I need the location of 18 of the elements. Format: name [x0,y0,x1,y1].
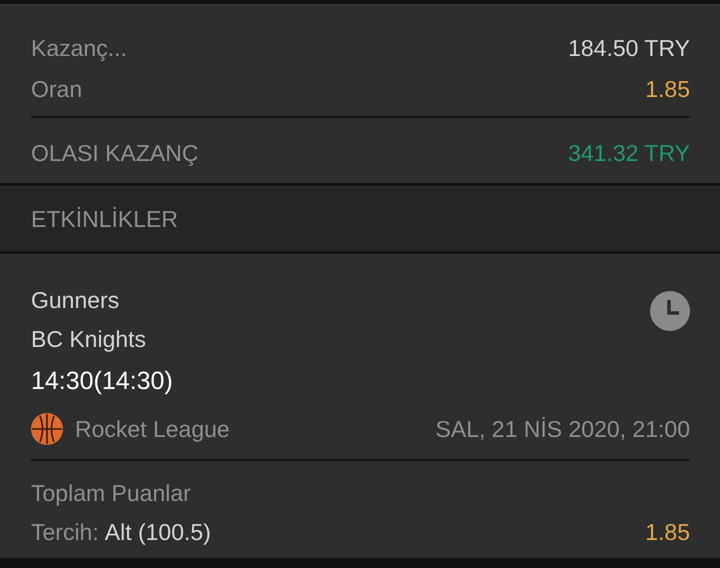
match-time: 14:30(14:30) [31,366,173,397]
summary-label: Kazanç... [31,35,127,62]
summary-value: 184.50 TRY [568,35,690,62]
choice-label: Tercih: [31,518,99,546]
total-value: 341.32 TRY [568,140,690,168]
event-date: SAL, 21 NİS 2020, 21:00 [436,416,690,442]
team-name: BC Knights [31,325,148,354]
market-name: Toplam Puanlar [31,479,192,508]
selection-odds: 1.85 [645,518,690,546]
total-label: OLASI KAZANÇ [31,140,198,168]
basketball-icon [31,413,63,445]
league-name: Rocket League [75,416,230,442]
team-name: Gunners [31,286,120,315]
summary-label: Oran [31,76,82,104]
choice-value: Alt (100.5) [104,518,211,546]
summary-value: 1.85 [645,76,690,104]
clock-icon[interactable] [650,291,690,331]
section-title: ETKİNLİKLER [31,206,178,232]
